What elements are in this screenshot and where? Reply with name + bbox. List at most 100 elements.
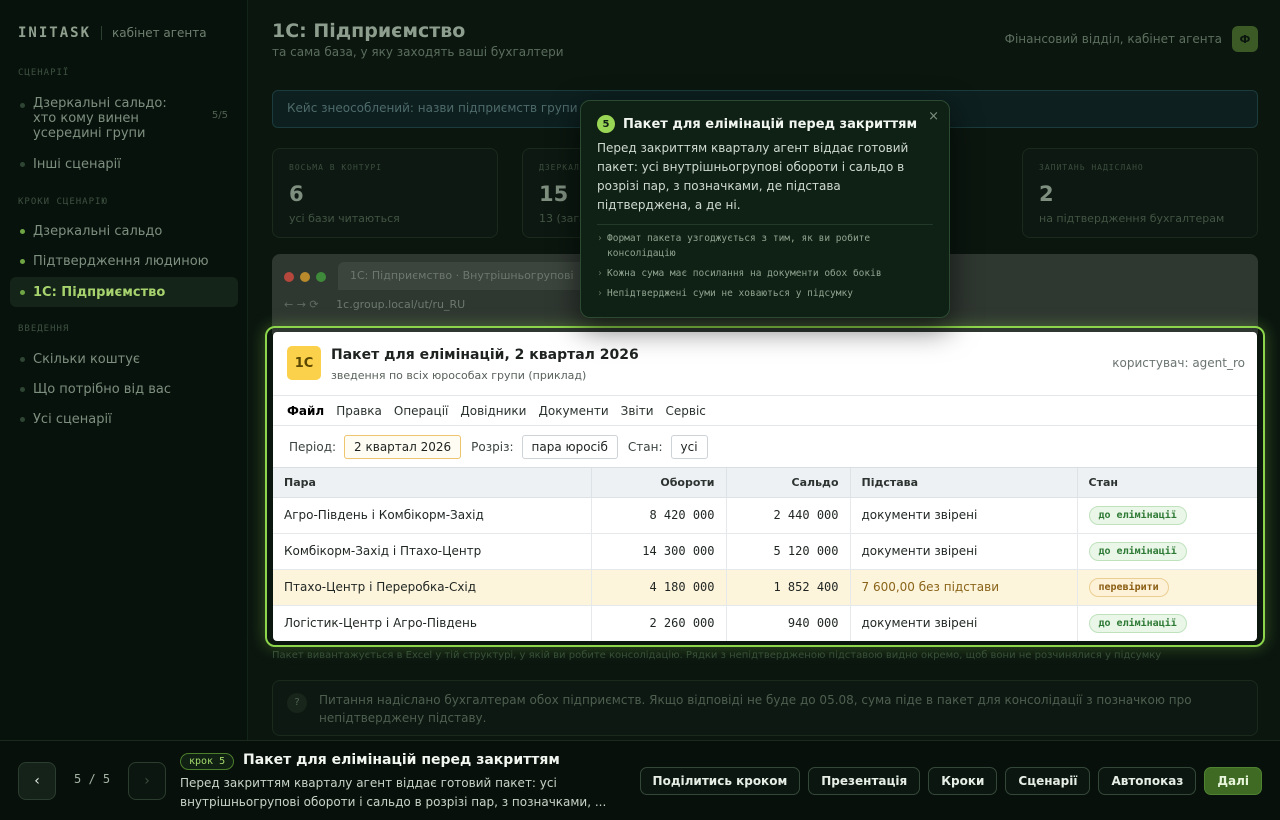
onec-filters: Період: 2 квартал 2026 Розріз: пара юрос… xyxy=(273,426,1257,468)
menu-operations[interactable]: Операції xyxy=(388,404,454,418)
period-select[interactable]: 2 квартал 2026 xyxy=(344,434,462,459)
sidebar-item-step-2[interactable]: Підтвердження людиною xyxy=(10,251,238,271)
sidebar-item-label: Скільки коштує xyxy=(33,351,141,367)
cell-balance: 1 852 400 xyxy=(726,569,851,606)
bullet-icon xyxy=(20,228,25,234)
menu-reports[interactable]: Звіти xyxy=(615,404,660,418)
sidebar-item-other-scenarios[interactable]: Інші сценарії xyxy=(10,154,238,174)
stat-card: ВОСЬМА В КОНТУРІ 6 усі бази читаються xyxy=(272,148,498,238)
sidebar: INITASK кабінет агента СЦЕНАРІЇ Дзеркаль… xyxy=(0,0,248,740)
brand-logo: INITASK xyxy=(18,25,92,41)
cell-state: до елімінації xyxy=(1077,497,1257,534)
answer-text: Питання надіслано бухгалтерам обох підпр… xyxy=(319,693,1192,725)
sidebar-item-step-1[interactable]: Дзеркальні сальдо xyxy=(10,221,238,241)
bullet-icon xyxy=(20,289,25,295)
scenario-count: 5/5 xyxy=(211,110,228,121)
nav-arrows-icon[interactable]: ← → ⟳ xyxy=(284,298,319,311)
col-turnover[interactable]: Обороти xyxy=(591,468,727,498)
bullet-icon xyxy=(20,386,25,392)
cell-turnover: 2 260 000 xyxy=(591,605,727,641)
sidebar-item-label: 1С: Підприємство xyxy=(33,284,166,300)
cell-basis: 7 600,00 без підстави xyxy=(850,569,1078,606)
maximize-window-icon[interactable] xyxy=(316,272,326,282)
prev-step-button[interactable]: ‹ xyxy=(18,762,56,800)
cell-balance: 2 440 000 xyxy=(726,497,851,534)
step-number-badge: 5 xyxy=(597,115,615,133)
tooltip-body: Перед закриттям кварталу агент віддає го… xyxy=(597,141,909,212)
menu-service[interactable]: Сервіс xyxy=(660,404,712,418)
cell-balance: 940 000 xyxy=(726,605,851,641)
scenarios-button[interactable]: Сценарії xyxy=(1005,767,1091,795)
avatar[interactable]: Ф xyxy=(1232,26,1258,52)
onec-header: 1С Пакет для елімінацій, 2 квартал 2026 … xyxy=(273,332,1257,396)
brand-subtitle: кабінет агента xyxy=(112,26,207,40)
onec-menu: Файл Правка Операції Довідники Документи… xyxy=(273,396,1257,426)
tooltip-title: Пакет для елімінацій перед закриттям xyxy=(623,116,918,132)
autoplay-button[interactable]: Автопоказ xyxy=(1098,767,1197,795)
col-basis[interactable]: Підстава xyxy=(850,468,1078,498)
share-step-button[interactable]: Поділитись кроком xyxy=(639,767,801,795)
menu-edit[interactable]: Правка xyxy=(330,404,388,418)
sidebar-item-intro-3[interactable]: Усі сценарії xyxy=(10,409,238,429)
step-tooltip: 5 Пакет для елімінацій перед закриттям ×… xyxy=(580,100,950,318)
cell-pair: Птахо-Центр і Переробка-Схід xyxy=(273,569,592,606)
next-step-button[interactable]: › xyxy=(128,762,166,800)
brand: INITASK кабінет агента xyxy=(0,0,247,46)
stat-card: ЗАПИТАНЬ НАДІСЛАНО 2 на підтвердження бу… xyxy=(1022,148,1258,238)
close-icon[interactable]: × xyxy=(928,109,939,124)
state-label: Стан: xyxy=(627,439,663,454)
table-row[interactable]: Логістик-Центр і Агро-Південь 2 260 000 … xyxy=(273,605,1257,641)
bullet-icon xyxy=(20,103,25,108)
menu-file[interactable]: Файл xyxy=(281,404,330,418)
presentation-button[interactable]: Презентація xyxy=(808,767,921,795)
sidebar-item-intro-1[interactable]: Скільки коштує xyxy=(10,349,238,369)
cell-state: до елімінації xyxy=(1077,605,1257,641)
list-item: Кожна сума має посилання на документи об… xyxy=(597,266,933,281)
cell-state: перевірити xyxy=(1077,569,1257,606)
department-label: Фінансовий відділ, кабінет агента xyxy=(1004,32,1222,46)
sidebar-item-label: Дзеркальні сальдо: хто кому винен усеред… xyxy=(33,96,167,141)
cell-basis: документи звірені xyxy=(850,605,1078,641)
menu-documents[interactable]: Документи xyxy=(532,404,614,418)
address-bar[interactable]: ← → ⟳ 1c.group.local/ut/ru_RU xyxy=(284,298,465,311)
sidebar-item-label: Інші сценарії xyxy=(33,156,121,172)
sidebar-item-intro-2[interactable]: Що потрібно від вас xyxy=(10,379,238,399)
cell-balance: 5 120 000 xyxy=(726,533,851,570)
table-header-row: Пара Обороти Сальдо Підстава Стан xyxy=(273,468,1257,498)
state-select[interactable]: усі xyxy=(670,434,708,459)
stat-sub: на підтвердження бухгалтерам xyxy=(1039,212,1225,225)
section-steps: КРОКИ СЦЕНАРІЮ xyxy=(18,197,108,207)
cell-pair: Агро-Південь і Комбікорм-Захід xyxy=(273,497,592,534)
sidebar-item-label: Що потрібно від вас xyxy=(33,381,171,397)
sidebar-item-step-3[interactable]: 1С: Підприємство xyxy=(10,277,238,307)
slice-select[interactable]: пара юросіб xyxy=(521,434,618,459)
status-badge: до елімінації xyxy=(1088,505,1187,525)
table-row[interactable]: Агро-Південь і Комбікорм-Захід 8 420 000… xyxy=(273,497,1257,534)
tooltip-points: Формат пакета узгоджується з тим, як ви … xyxy=(597,231,933,301)
url-text: 1c.group.local/ut/ru_RU xyxy=(336,298,466,311)
col-state[interactable]: Стан xyxy=(1077,468,1257,498)
stat-label: ЗАПИТАНЬ НАДІСЛАНО xyxy=(1039,163,1144,172)
slice-label: Розріз: xyxy=(471,439,514,454)
status-badge: до елімінації xyxy=(1088,541,1187,561)
question-icon: ? xyxy=(287,693,307,713)
cell-turnover: 8 420 000 xyxy=(591,497,727,534)
page-title: 1С: Підприємство xyxy=(272,20,466,42)
elimination-table: Пара Обороти Сальдо Підстава Стан Агро-П… xyxy=(273,468,1257,641)
tooltip-header: 5 Пакет для елімінацій перед закриттям xyxy=(597,115,933,133)
minimize-window-icon[interactable] xyxy=(300,272,310,282)
menu-references[interactable]: Довідники xyxy=(454,404,532,418)
cell-basis: документи звірені xyxy=(850,497,1078,534)
close-window-icon[interactable] xyxy=(284,272,294,282)
col-balance[interactable]: Сальдо xyxy=(726,468,851,498)
table-row-warning[interactable]: Птахо-Центр і Переробка-Схід 4 180 000 1… xyxy=(273,569,1257,606)
account-area: Фінансовий відділ, кабінет агента Ф xyxy=(1005,26,1258,52)
page-subtitle: та сама база, у яку заходять ваші бухгал… xyxy=(272,45,564,59)
col-pair[interactable]: Пара xyxy=(273,468,592,498)
next-button[interactable]: Далі xyxy=(1204,767,1262,795)
browser-tab[interactable]: 1С: Підприємство · Внутрішньогрупові xyxy=(338,262,588,290)
stat-label: ВОСЬМА В КОНТУРІ xyxy=(289,163,383,172)
table-row[interactable]: Комбікорм-Захід і Птахо-Центр 14 300 000… xyxy=(273,533,1257,570)
steps-button[interactable]: Кроки xyxy=(928,767,998,795)
sidebar-item-current-scenario[interactable]: Дзеркальні сальдо: хто кому винен усеред… xyxy=(10,96,238,142)
